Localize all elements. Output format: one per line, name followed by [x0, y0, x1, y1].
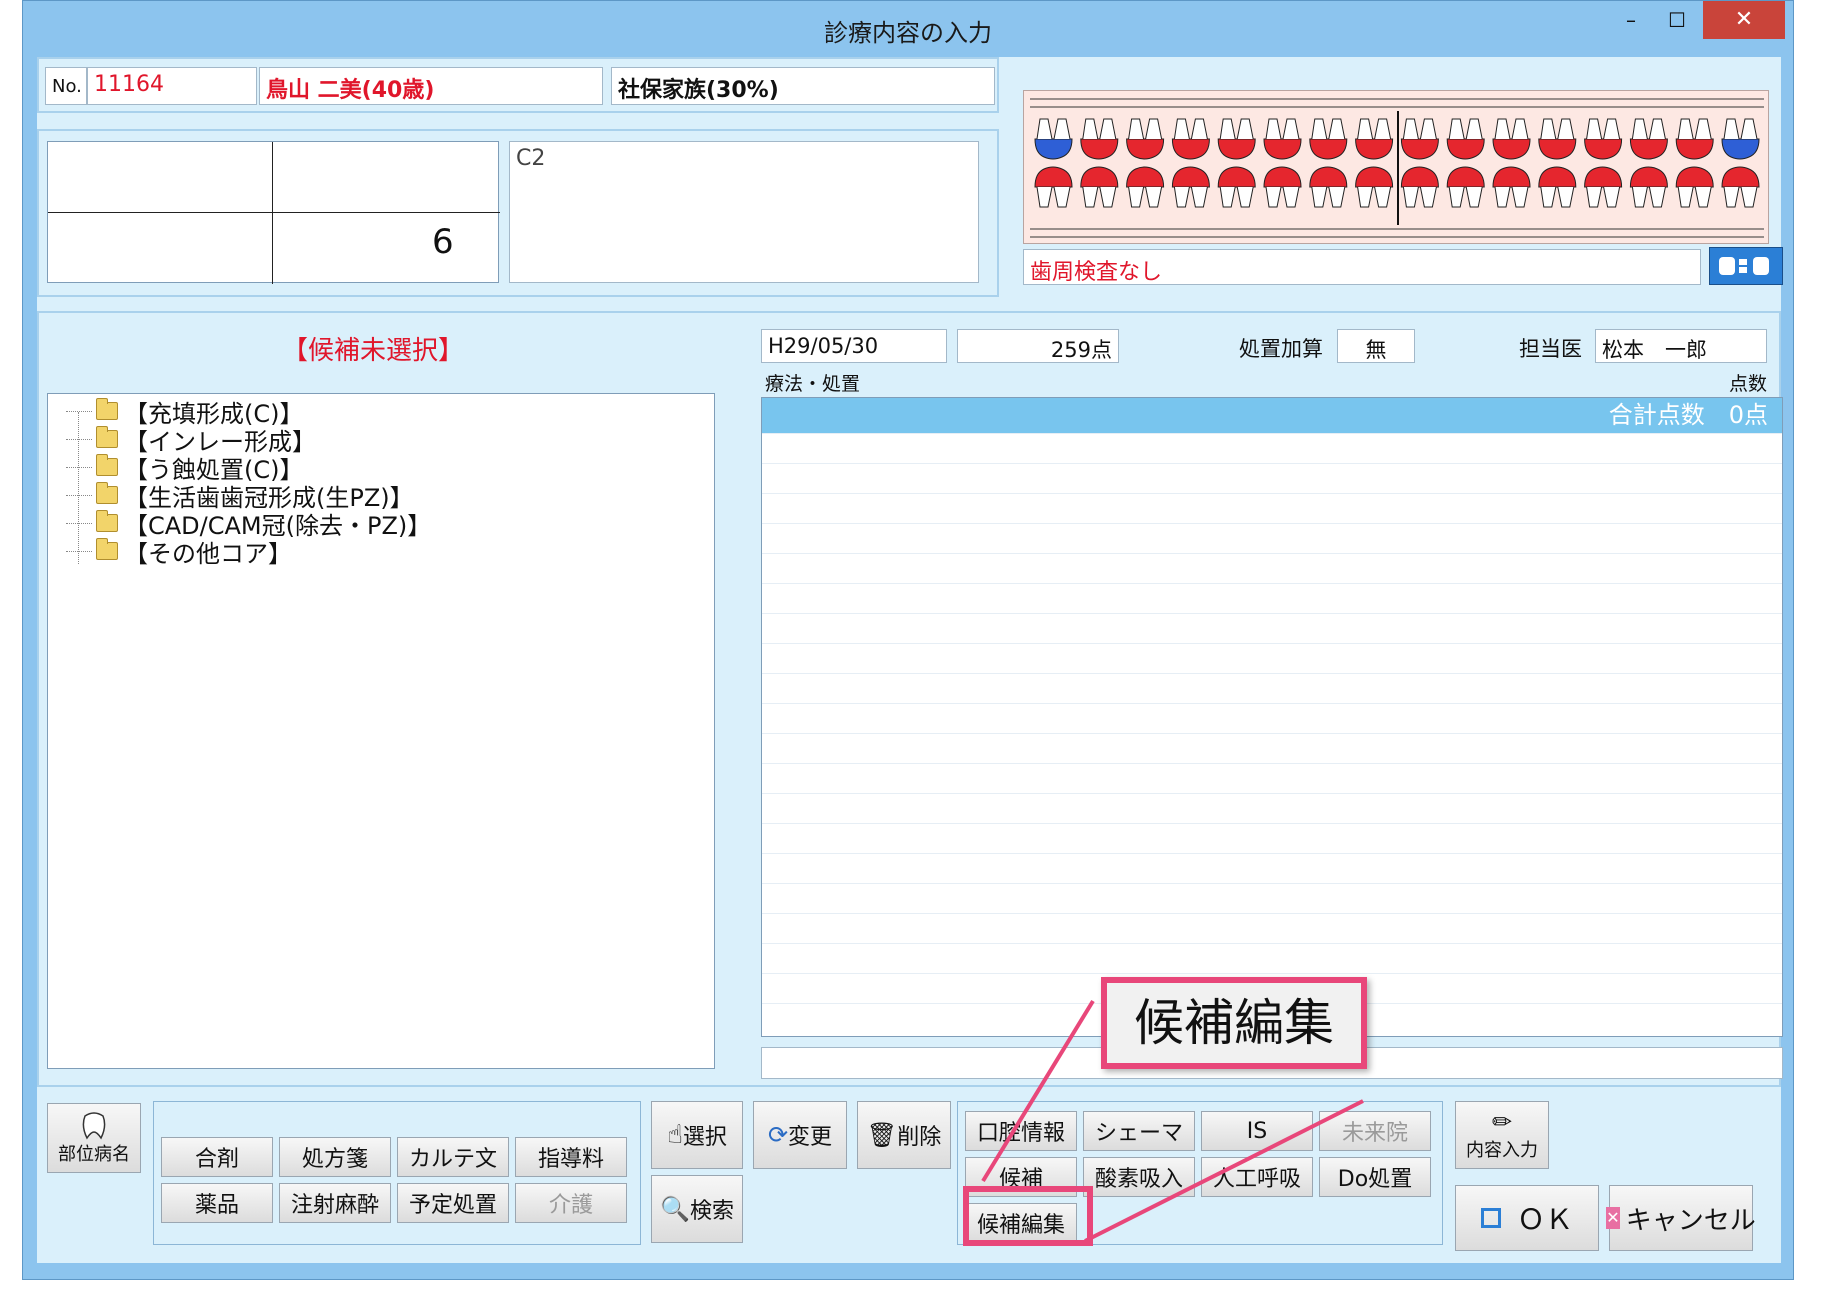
callout-arrow: [981, 999, 1364, 1243]
callout-label: 候補編集: [1101, 977, 1367, 1069]
dialog-window: 診療内容の入力 – ☐ ✕ No. 11164 鳥山 二美(40歳) 社保家族(…: [22, 0, 1794, 1280]
candidate-edit-highlight: [963, 1186, 1093, 1246]
